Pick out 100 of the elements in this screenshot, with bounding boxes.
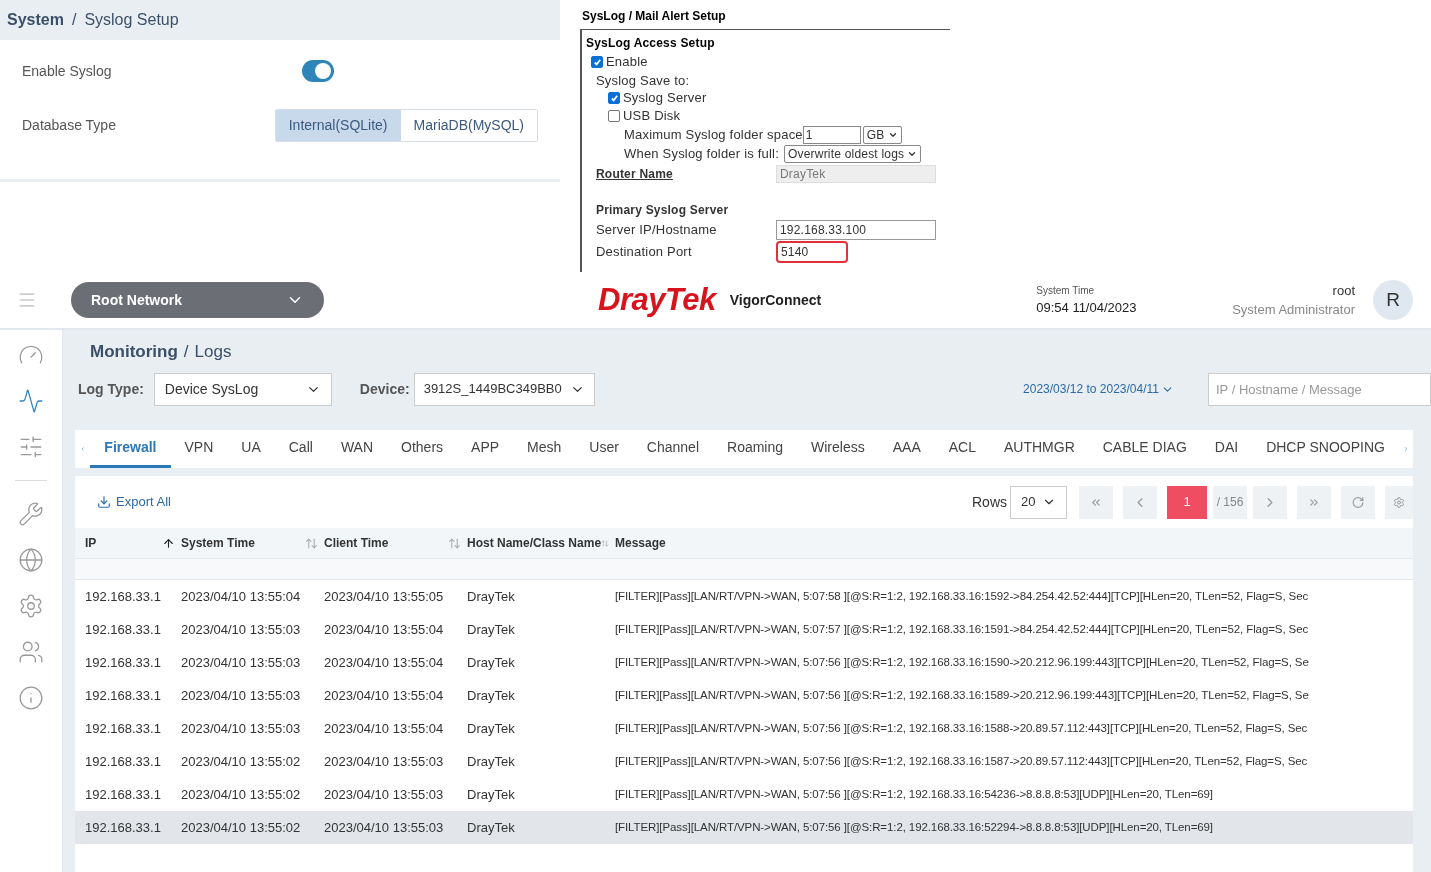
info-icon[interactable] [18, 685, 44, 711]
user-name: root [1332, 281, 1355, 300]
tab[interactable]: CABLE DIAG [1088, 430, 1201, 468]
table-cell-text: 2023/04/10 13:55:03 [181, 686, 302, 705]
brand-logo: DrayTek [598, 280, 716, 319]
breadcrumb-link[interactable]: Monitoring [90, 338, 178, 364]
export-all-link[interactable]: Export All [97, 492, 171, 512]
sliders-icon[interactable] [18, 434, 44, 460]
tab[interactable]: DHCP SNOOPING [1252, 430, 1399, 468]
tab[interactable]: DAI [1200, 430, 1253, 468]
field-label: Router Name [596, 166, 674, 183]
settings-button[interactable] [1385, 485, 1413, 519]
checkbox[interactable] [608, 110, 620, 122]
input-field[interactable]: 1 [802, 125, 861, 144]
column-header[interactable]: Message [615, 534, 666, 552]
download-icon [97, 495, 111, 509]
last-page-button[interactable] [1297, 485, 1331, 519]
field-label: Database Type [22, 116, 117, 135]
table-cell-text: DrayTek [467, 818, 516, 837]
input-field[interactable]: 192.168.33.100 [776, 220, 936, 240]
input-field[interactable]: 5140 [776, 241, 848, 263]
breadcrumb-link[interactable]: System [7, 8, 64, 32]
segment-option[interactable]: Internal(SQLite) [275, 110, 401, 141]
tab[interactable]: Call [274, 430, 327, 468]
tab[interactable]: Channel [632, 430, 713, 468]
tab[interactable]: AAA [878, 430, 935, 468]
tab[interactable]: Firewall [90, 430, 171, 468]
field-label: Server IP/Hostname [596, 221, 718, 240]
device-dropdown[interactable]: 3912S_1449BC349BB0 [413, 372, 595, 406]
wrench-icon[interactable] [18, 501, 44, 527]
column-header[interactable]: Host Name/Class Name [467, 534, 602, 552]
tab[interactable]: ACL [934, 430, 990, 468]
toggle-switch[interactable] [302, 60, 334, 82]
table-cell-text: 2023/04/10 13:55:05 [324, 587, 445, 606]
first-page-button[interactable] [1079, 485, 1113, 519]
field-label: Enable Syslog [22, 61, 113, 81]
tab[interactable]: Roaming [713, 430, 798, 468]
system-time: 09:54 11/04/2023 [1036, 298, 1137, 317]
breadcrumb-separator: / [183, 340, 189, 363]
rows-dropdown[interactable]: 20 [1010, 485, 1067, 519]
table-row[interactable]: 192.168.33.1 2023/04/10 13:55:02 2023/04/10 13:55:03 DrayTek [FILTER][Pass][LAN/RT/VPN->WAN, 5:07:56 ][@S:R=1:2, 192.168.33.16:52294->8.8.8.8:53][UDP][HLen=20, TLen=69] [75, 811, 1413, 844]
table-cell-text: 192.168.33.1 [85, 653, 162, 672]
table-cell-text: 192.168.33.1 [85, 752, 162, 771]
tab[interactable]: VPN [170, 430, 228, 468]
tab[interactable]: Mesh [513, 430, 576, 468]
pulse-icon[interactable] [18, 388, 44, 414]
tab[interactable]: APP [457, 430, 514, 468]
column-header[interactable]: IP [85, 534, 97, 552]
table-cell-text: 192.168.33.1 [85, 785, 162, 804]
table-cell-text: 192.168.33.1 [85, 719, 162, 738]
users-icon[interactable] [18, 639, 44, 665]
table-cell-text: DrayTek [467, 620, 516, 639]
table-cell-text: [FILTER][Pass][LAN/RT/VPN->WAN, 5:07:56 ][@S:R=1:2, 192.168.33.16:52294->8.8.8.8:53][UDP][HLen=20, TLen=69] [615, 819, 1214, 835]
user-role: System Administrator [1232, 301, 1355, 319]
log-type-dropdown[interactable]: Device SysLog [153, 372, 332, 406]
settings-icon[interactable] [18, 593, 44, 619]
column-header[interactable]: Client Time [324, 534, 389, 552]
date-range-picker[interactable]: 2023/03/12 to 2023/04/11 [1023, 380, 1174, 398]
rows-label: Rows [972, 492, 1007, 512]
breadcrumb-current: Syslog Setup [84, 10, 179, 30]
current-page-button[interactable]: 1 [1167, 485, 1207, 519]
table-cell-text: DrayTek [467, 686, 516, 705]
checkbox[interactable] [591, 56, 603, 68]
refresh-button[interactable] [1341, 485, 1375, 519]
table-cell-text: DrayTek [467, 719, 516, 738]
column-header[interactable]: System Time [181, 534, 255, 552]
panel-title: SysLog / Mail Alert Setup [580, 0, 950, 30]
table-cell-text: 192.168.33.1 [85, 620, 162, 639]
tab[interactable]: UA [227, 430, 275, 468]
tab[interactable]: Others [387, 430, 458, 468]
sort-icon[interactable] [162, 536, 175, 550]
tab[interactable]: AUTHMGR [989, 430, 1089, 468]
table-cell-text: [FILTER][Pass][LAN/RT/VPN->WAN, 5:07:58 ][@S:R=1:2, 192.168.33.16:1592->84.254.42.52:444][TCP][HLen=20, TLen=52, Flag=S, Sec [615, 588, 1310, 604]
field-label: Log Type: [78, 379, 144, 399]
avatar[interactable]: R [1373, 280, 1413, 320]
table-cell-text: 2023/04/10 13:55:04 [324, 620, 445, 639]
search-field[interactable]: IP / Hostname / Message [1208, 372, 1431, 406]
tab[interactable]: User [575, 430, 633, 468]
table-cell-text: 2023/04/10 13:55:04 [324, 653, 445, 672]
globe-icon[interactable] [18, 547, 44, 573]
table-cell-text: [FILTER][Pass][LAN/RT/VPN->WAN, 5:07:56 ][@S:R=1:2, 192.168.33.16:1588->20.89.57.112:443][TCP][HLen=20, TLen=52, Flag=S, Sec [615, 720, 1309, 736]
table-cell-text: DrayTek [467, 653, 516, 672]
dropdown[interactable]: Overwrite oldest logs [783, 144, 922, 163]
checkbox-label: Enable [606, 53, 648, 72]
tab[interactable]: Wireless [797, 430, 879, 468]
table-cell-text: 192.168.33.1 [85, 686, 162, 705]
field-label: Syslog Save to: [595, 72, 690, 89]
checkbox[interactable] [608, 92, 620, 104]
table-cell-text: 2023/04/10 13:55:03 [181, 620, 302, 639]
table-cell-text: DrayTek [467, 587, 516, 606]
section-title: Primary Syslog Server [595, 202, 729, 219]
table-cell-text: 2023/04/10 13:55:04 [324, 719, 445, 738]
time-label: System Time [1036, 283, 1096, 298]
breadcrumb-separator: / [71, 10, 77, 30]
unit-dropdown[interactable]: GB [862, 125, 902, 144]
tab[interactable]: WAN [326, 430, 388, 468]
table-cell-text: DrayTek [467, 752, 516, 771]
field-label: When Syslog folder is full: [624, 144, 779, 163]
menu-icon[interactable] [17, 290, 37, 310]
network-dropdown[interactable]: Root Network [71, 282, 324, 318]
